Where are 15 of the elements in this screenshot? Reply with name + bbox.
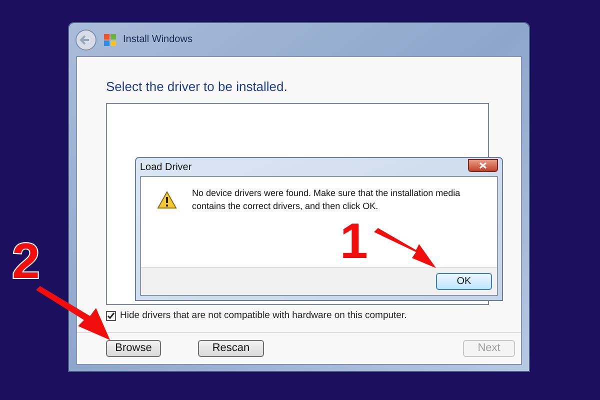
windows-flag-icon <box>103 32 117 46</box>
rescan-button[interactable]: Rescan <box>198 340 264 357</box>
browse-button[interactable]: Browse <box>106 340 161 357</box>
checkbox[interactable] <box>106 311 116 322</box>
checkbox-label: Hide drivers that are not compatible with hardware on this computer. <box>120 309 407 324</box>
error-message: No device drivers were found. Make sure that the installation media contains the correct drivers, and then click OK. <box>192 187 462 213</box>
ok-button[interactable]: OK <box>436 273 492 290</box>
close-icon <box>479 162 487 168</box>
annotation-number: 2 <box>12 236 40 286</box>
close-button[interactable] <box>468 158 498 172</box>
warning-icon <box>157 191 177 209</box>
page-heading: Select the driver to be installed. <box>106 79 288 96</box>
annotation-number: 1 <box>340 216 368 266</box>
dialog-title: Load Driver <box>140 160 192 174</box>
window-title: Install Windows <box>123 33 192 47</box>
